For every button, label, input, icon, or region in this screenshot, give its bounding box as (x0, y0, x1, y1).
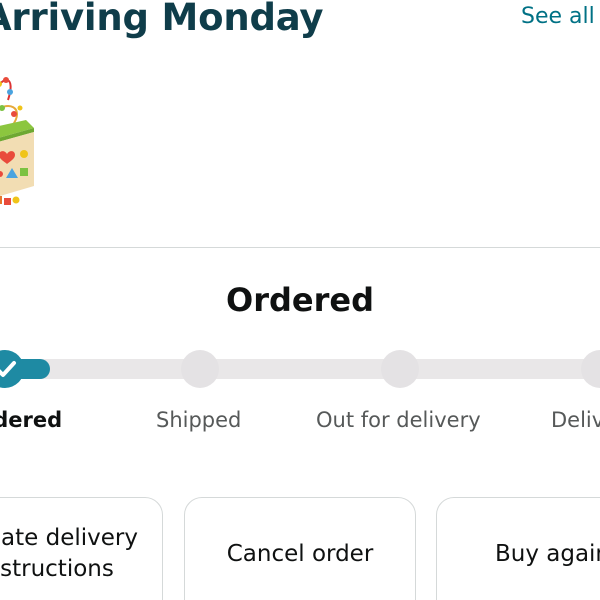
buy-again-button[interactable]: Buy again (436, 497, 600, 600)
see-all-link[interactable]: See all (521, 4, 595, 29)
step-delivered-dot (581, 350, 600, 388)
checkmark-icon (0, 361, 16, 377)
cancel-order-label: Cancel order (226, 541, 374, 567)
step-ordered-dot (0, 350, 24, 388)
step-out-for-delivery-dot (381, 350, 419, 388)
step-ordered-label: Ordered (0, 408, 63, 432)
order-status-title: Ordered (226, 281, 374, 319)
update-delivery-instructions-button[interactable]: Update delivery instructions (0, 497, 163, 600)
step-shipped-dot (181, 350, 219, 388)
order-tracking-screen: Arriving Monday See all Ordered dered Sh… (0, 0, 600, 600)
progress-track (0, 359, 600, 379)
step-shipped-label: Shipped (156, 408, 242, 432)
delivery-date-heading: Arriving Monday (0, 0, 324, 39)
product-image[interactable] (0, 68, 40, 216)
update-delivery-instructions-label: Update delivery instructions (0, 525, 138, 582)
step-out-for-delivery-label: Out for delivery (316, 408, 481, 432)
buy-again-label: Buy again (494, 541, 600, 567)
cancel-order-button[interactable]: Cancel order (184, 497, 416, 600)
section-divider (0, 247, 600, 248)
step-delivered-label: Delivered (551, 408, 600, 432)
